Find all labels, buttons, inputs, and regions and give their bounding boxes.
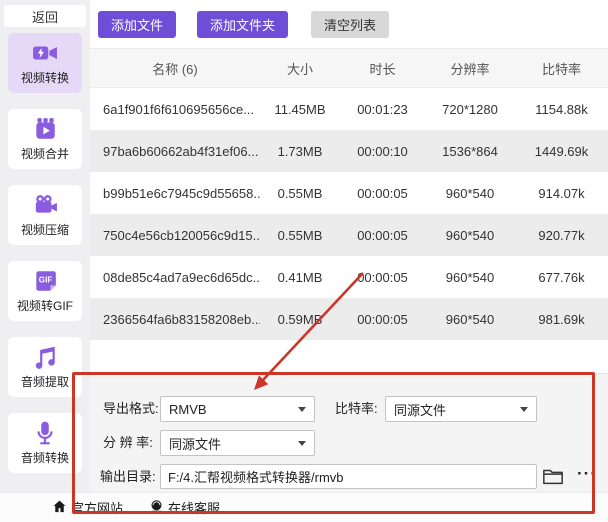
bitrate-label: 比特率:: [335, 396, 378, 422]
output-dir-label: 输出目录:: [100, 464, 156, 490]
cell-duration: 00:00:05: [340, 186, 425, 201]
sidebar-item-video-compress[interactable]: 视频压缩: [8, 185, 82, 245]
svg-text:GIF: GIF: [39, 276, 53, 285]
cell-size: 11.45MB: [260, 102, 340, 117]
table-row[interactable]: 750c4e56cb120056c9d15... 0.55MB 00:00:05…: [90, 214, 608, 256]
cell-size: 0.55MB: [260, 186, 340, 201]
cell-bitrate: 981.69k: [515, 312, 608, 327]
col-header-duration: 时长: [340, 59, 425, 78]
sidebar-item-label: 视频转GIF: [17, 299, 73, 313]
online-support-link[interactable]: 在线客服: [149, 498, 220, 517]
cell-resolution: 1536*864: [425, 144, 515, 159]
video-convert-icon: [8, 40, 82, 66]
cell-name: 2366564fa6b83158208eb...: [90, 312, 260, 327]
table-row[interactable]: 97ba6b60662ab4f31ef06... 1.73MB 00:00:10…: [90, 130, 608, 172]
table-row[interactable]: 6a1f901f6f610695656ce... 11.45MB 00:01:2…: [90, 88, 608, 130]
cell-name: 6a1f901f6f610695656ce...: [90, 102, 260, 117]
resolution-value: 同源文件: [169, 434, 298, 453]
cell-name: 08de85c4ad7a9ec6d65dc...: [90, 270, 260, 285]
chevron-down-icon: [298, 441, 306, 446]
resolution-label: 分 辨 率:: [103, 430, 153, 456]
cell-bitrate: 914.07k: [515, 186, 608, 201]
cell-name: b99b51e6c7945c9d55658...: [90, 186, 260, 201]
cell-duration: 00:00:10: [340, 144, 425, 159]
table-row[interactable]: 08de85c4ad7a9ec6d65dc... 0.41MB 00:00:05…: [90, 256, 608, 298]
sidebar-item-video-to-gif[interactable]: GIF 视频转GIF: [8, 261, 82, 321]
back-button[interactable]: 返回: [4, 5, 86, 27]
cell-duration: 00:01:23: [340, 102, 425, 117]
file-list: 6a1f901f6f610695656ce... 11.45MB 00:01:2…: [90, 88, 608, 340]
output-dir-input[interactable]: [160, 464, 537, 489]
browse-folder-button[interactable]: [542, 466, 564, 486]
cell-bitrate: 1449.69k: [515, 144, 608, 159]
chevron-down-icon: [520, 407, 528, 412]
official-site-label: 官方网站: [71, 498, 123, 517]
official-site-link[interactable]: 官方网站: [52, 498, 123, 517]
back-button-label: 返回: [32, 7, 58, 26]
cell-bitrate: 920.77k: [515, 228, 608, 243]
table-row[interactable]: 2366564fa6b83158208eb... 0.59MB 00:00:05…: [90, 298, 608, 340]
home-icon: [52, 499, 67, 517]
microphone-icon: [8, 420, 82, 446]
cell-size: 1.73MB: [260, 144, 340, 159]
cell-resolution: 960*540: [425, 270, 515, 285]
gif-icon: GIF: [8, 268, 82, 294]
clear-list-button[interactable]: 清空列表: [311, 11, 389, 38]
add-file-button[interactable]: 添加文件: [98, 11, 176, 38]
cell-size: 0.41MB: [260, 270, 340, 285]
cell-bitrate: 677.76k: [515, 270, 608, 285]
sidebar-item-video-merge[interactable]: 视频合并: [8, 109, 82, 169]
cell-size: 0.59MB: [260, 312, 340, 327]
video-compress-icon: [8, 192, 82, 218]
col-header-bitrate: 比特率: [515, 59, 608, 78]
chevron-down-icon: [298, 407, 306, 412]
export-format-label: 导出格式:: [103, 396, 159, 422]
sidebar-item-label: 视频转换: [21, 71, 69, 85]
cell-duration: 00:00:05: [340, 312, 425, 327]
more-options-button[interactable]: ···: [577, 464, 597, 484]
folder-icon: [542, 474, 564, 489]
sidebar-item-label: 视频压缩: [21, 223, 69, 237]
toolbar: 添加文件 添加文件夹 清空列表: [90, 0, 608, 48]
cell-name: 750c4e56cb120056c9d15...: [90, 228, 260, 243]
sidebar: 返回 视频转换 视频合并 视频压缩 GIF 视频转GIF: [0, 0, 90, 492]
sidebar-item-label: 视频合并: [21, 147, 69, 161]
bitrate-select[interactable]: 同源文件: [385, 396, 537, 422]
sidebar-item-audio-extract[interactable]: 音频提取: [8, 337, 82, 397]
cell-resolution: 960*540: [425, 186, 515, 201]
sidebar-item-audio-convert[interactable]: 音频转换: [8, 413, 82, 473]
export-format-select[interactable]: RMVB: [160, 396, 315, 422]
cell-duration: 00:00:05: [340, 270, 425, 285]
col-header-size: 大小: [260, 59, 340, 78]
cell-bitrate: 1154.88k: [515, 102, 608, 117]
cell-size: 0.55MB: [260, 228, 340, 243]
cell-resolution: 960*540: [425, 228, 515, 243]
col-header-resolution: 分辨率: [425, 59, 515, 78]
cell-name: 97ba6b60662ab4f31ef06...: [90, 144, 260, 159]
resolution-select[interactable]: 同源文件: [160, 430, 315, 456]
video-converter-window: 返回 视频转换 视频合并 视频压缩 GIF 视频转GIF: [0, 0, 608, 522]
main-content: 添加文件 添加文件夹 清空列表 名称 (6) 大小 时长 分辨率 比特率 6a1…: [90, 0, 608, 492]
music-note-icon: [8, 344, 82, 370]
cell-resolution: 720*1280: [425, 102, 515, 117]
sidebar-item-video-convert[interactable]: 视频转换: [8, 33, 82, 93]
add-folder-button[interactable]: 添加文件夹: [197, 11, 288, 38]
cell-resolution: 960*540: [425, 312, 515, 327]
export-format-value: RMVB: [169, 402, 298, 417]
table-header: 名称 (6) 大小 时长 分辨率 比特率: [90, 48, 608, 88]
online-support-label: 在线客服: [168, 498, 220, 517]
col-header-name: 名称 (6): [90, 59, 260, 78]
headset-icon: [149, 499, 164, 517]
video-merge-icon: [8, 116, 82, 142]
footer-bar: 官方网站 在线客服: [0, 492, 608, 522]
output-settings-panel: 导出格式: RMVB 比特率: 同源文件 分 辨 率: 同源文件 输出目录:: [90, 373, 608, 492]
bitrate-value: 同源文件: [394, 400, 520, 419]
table-row[interactable]: b99b51e6c7945c9d55658... 0.55MB 00:00:05…: [90, 172, 608, 214]
sidebar-item-label: 音频转换: [21, 451, 69, 465]
sidebar-item-label: 音频提取: [21, 375, 69, 389]
cell-duration: 00:00:05: [340, 228, 425, 243]
